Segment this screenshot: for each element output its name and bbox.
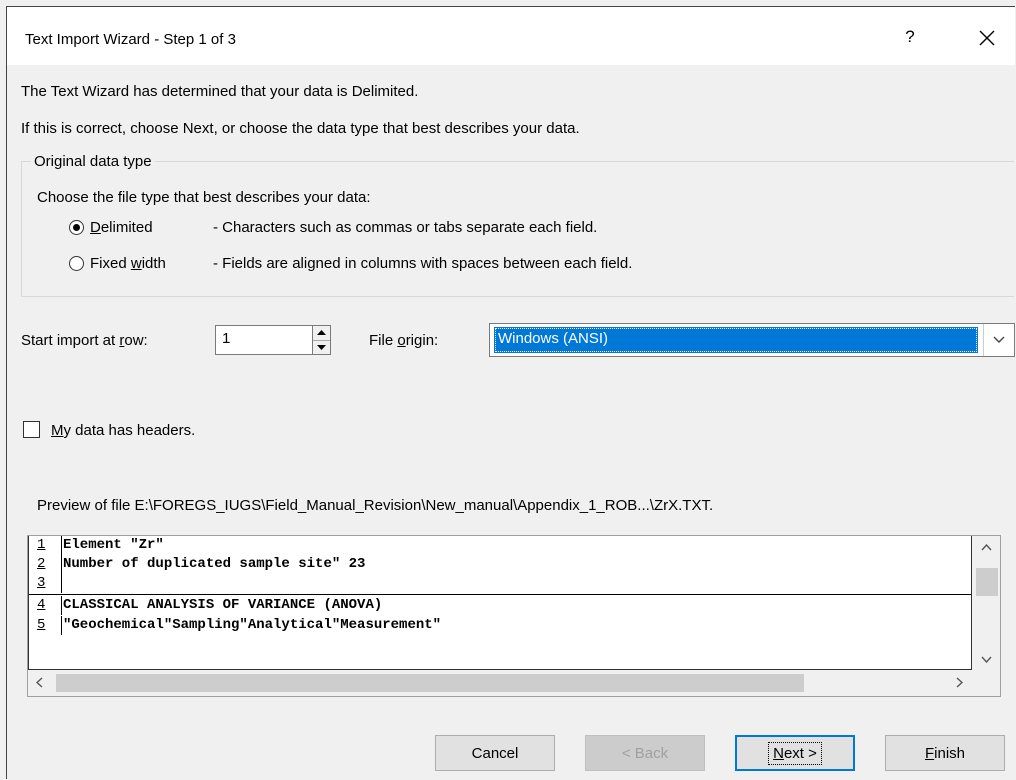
preview-label: Preview of file E:\FOREGS_IUGS\Field_Man… <box>37 497 714 514</box>
vertical-scroll-thumb[interactable] <box>976 568 998 596</box>
close-button[interactable] <box>967 23 1007 55</box>
scroll-up-icon[interactable] <box>981 540 992 554</box>
spin-up-button[interactable] <box>313 326 330 341</box>
horizontal-scroll-thumb[interactable] <box>56 674 804 692</box>
header-separator <box>29 594 971 595</box>
radio-fixed-width-label[interactable]: Fixed width <box>90 255 213 272</box>
start-row-input[interactable]: 1 <box>215 325 313 355</box>
spin-up-icon <box>317 330 326 335</box>
cancel-button[interactable]: Cancel <box>435 735 555 771</box>
text-import-wizard-dialog: Text Import Wizard - Step 1 of 3 ? The T… <box>6 6 1015 779</box>
radio-button[interactable] <box>69 220 84 235</box>
intro-line-1: The Text Wizard has determined that your… <box>21 83 419 100</box>
scroll-right-icon[interactable] <box>956 677 964 691</box>
dialog-title: Text Import Wizard - Step 1 of 3 <box>25 31 236 48</box>
file-type-prompt: Choose the file type that best describes… <box>37 189 371 206</box>
preview-line: 5 "Geochemical"Sampling"Analytical"Measu… <box>37 616 442 635</box>
radio-delimited-description: - Characters such as commas or tabs sepa… <box>213 219 598 236</box>
file-origin-label: File origin: <box>369 332 439 349</box>
help-label: ? <box>905 27 915 46</box>
spin-down-icon <box>317 345 326 350</box>
headers-checkbox-label[interactable]: My data has headers. <box>51 422 195 439</box>
vertical-scrollbar[interactable] <box>972 536 1000 670</box>
next-button-label: Next > <box>768 741 822 765</box>
scroll-down-icon[interactable] <box>981 652 992 666</box>
radio-fixed-width-description: - Fields are aligned in columns with spa… <box>213 255 633 272</box>
close-icon <box>979 30 995 46</box>
start-row-label: Start import at row: <box>21 332 148 349</box>
radio-button[interactable] <box>69 256 84 271</box>
cancel-button-label: Cancel <box>471 744 519 762</box>
help-button[interactable]: ? <box>895 27 925 53</box>
file-origin-select[interactable]: Windows (ANSI) <box>489 323 1015 357</box>
next-button[interactable]: Next > <box>735 735 855 771</box>
preview-line: 4 CLASSICAL ANALYSIS OF VARIANCE (ANOVA) <box>37 596 383 615</box>
horizontal-scrollbar[interactable] <box>28 670 1000 696</box>
preview-line: 2 Number of duplicated sample site" 23 <box>37 555 366 574</box>
radio-fixed-width[interactable]: Fixed width - Fields are aligned in colu… <box>69 255 632 272</box>
radio-delimited[interactable]: Delimited - Characters such as commas or… <box>69 219 597 236</box>
file-origin-value[interactable]: Windows (ANSI) <box>494 327 978 353</box>
start-row-spinner[interactable] <box>313 325 331 355</box>
finish-button[interactable]: Finish <box>885 735 1005 771</box>
preview-pane[interactable]: 1 Element "Zr" 2 Number of duplicated samp… <box>27 535 1001 697</box>
headers-checkbox[interactable] <box>23 421 40 438</box>
group-legend: Original data type <box>31 153 155 170</box>
back-button-label: < Back <box>621 744 669 762</box>
radio-selected-dot <box>73 224 80 231</box>
intro-line-2: If this is correct, choose Next, or choo… <box>21 120 580 137</box>
preview-line: 1 Element "Zr" <box>37 536 164 555</box>
finish-button-label: Finish <box>924 744 966 762</box>
preview-line: 3 <box>29 574 971 593</box>
dropdown-button[interactable] <box>983 324 1014 356</box>
title-bar: Text Import Wizard - Step 1 of 3 ? <box>7 7 1015 65</box>
spin-down-button[interactable] <box>313 341 330 355</box>
back-button[interactable]: < Back <box>585 735 705 771</box>
chevron-down-icon <box>993 336 1005 343</box>
preview-lines: 1 Element "Zr" 2 Number of duplicated samp… <box>28 536 972 670</box>
radio-delimited-label[interactable]: Delimited <box>90 219 213 236</box>
scroll-left-icon[interactable] <box>35 677 43 691</box>
